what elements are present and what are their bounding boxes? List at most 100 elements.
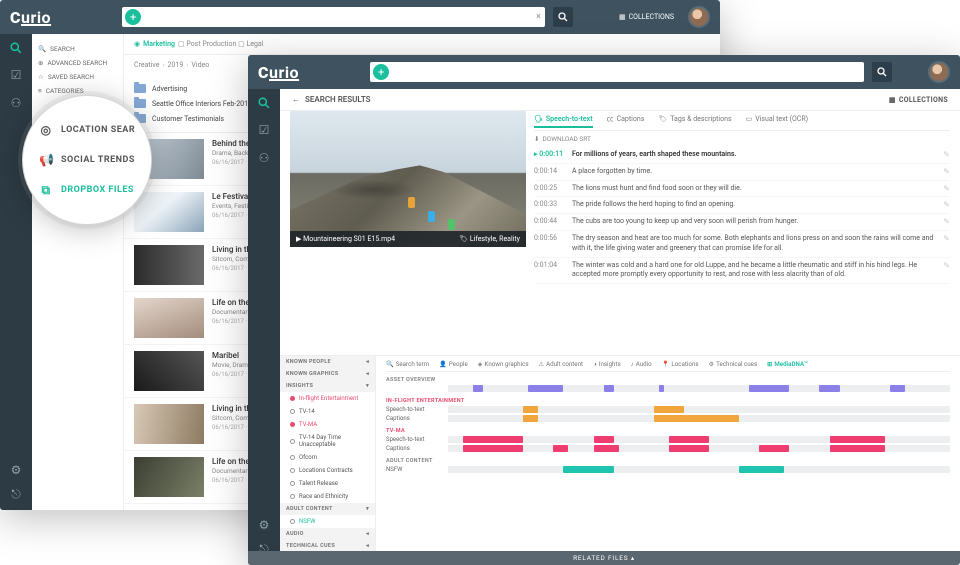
filter-tab[interactable]: ⚠Adult content [539,360,584,368]
transcript-row[interactable]: 0:01:04The winter was cold and a hard on… [534,258,950,285]
filter-tab[interactable]: 👤People [439,360,468,368]
edit-icon[interactable]: ✎ [943,150,950,159]
filter-tab[interactable]: 🔍Search term [386,360,429,368]
people-icon[interactable]: ⚇ [259,151,270,165]
timeline-segment[interactable] [830,445,885,452]
timeline-bar[interactable] [448,385,950,392]
transcript-row[interactable]: 0:00:44The cubs are too young to keep up… [534,214,950,231]
transcript-tab[interactable]: ㏄Captions [607,114,645,127]
timeline-segment[interactable] [654,415,739,422]
people-icon[interactable]: ⚇ [11,96,22,110]
timeline-segment[interactable] [830,436,885,443]
related-files-bar[interactable]: RELATED FILES ▴ [280,551,960,565]
timeline-segment[interactable] [463,445,523,452]
edit-icon[interactable]: ✎ [943,200,950,209]
timeline-segment[interactable] [463,436,523,443]
timeline-segment[interactable] [659,385,664,392]
add-icon[interactable]: + [373,64,389,80]
check-icon[interactable]: ☑ [259,123,270,137]
filter-tab[interactable]: 📍Locations [662,360,699,368]
collections-button[interactable]: ▦ COLLECTIONS [889,96,948,104]
filter-item[interactable]: Ofcom [280,451,375,464]
filter-item[interactable]: NSFW [280,515,375,528]
collections-link[interactable]: ▦ COLLECTIONS [619,13,674,21]
timeline-segment[interactable] [594,445,619,452]
edit-icon[interactable]: ✎ [943,217,950,226]
download-srt[interactable]: ⬇ DOWNLOAD SRT [534,131,950,147]
search-button[interactable] [553,7,573,27]
timeline-bar[interactable] [448,406,950,413]
transcript-tab[interactable]: 🗣Speech-to-text [534,114,593,128]
transcript-tab[interactable]: ▭Visual text (OCR) [746,114,809,127]
edit-icon[interactable]: ✎ [943,167,950,176]
timeline-bar[interactable] [448,445,950,452]
timeline-segment[interactable] [749,385,789,392]
transcript-row[interactable]: 0:00:14A place forgotten by time.✎ [534,164,950,181]
filter-item[interactable]: TV-MA [280,418,375,431]
timeline-segment[interactable] [669,445,709,452]
timeline-segment[interactable] [669,436,709,443]
filter-group-header[interactable]: AUDIO◂ [280,528,375,540]
video-thumbnail[interactable]: ▶ Mountaineering S01 E15.mp4 🏷 Lifestyle… [290,111,526,247]
filter-item[interactable]: Locations Contracts [280,464,375,477]
crumb-link[interactable]: 2019 [168,61,184,69]
left-menu-item[interactable]: ⊕ADVANCED SEARCH [38,56,117,70]
filter-tab[interactable]: ⊞MediaDNA™ [767,360,808,368]
left-menu-item[interactable]: ☆SAVED SEARCH [38,70,117,84]
filter-group-header[interactable]: INSIGHTS▾ [280,380,375,392]
edit-icon[interactable]: ✎ [943,184,950,193]
lens-item[interactable]: ◎LOCATION SEAR [39,115,151,145]
search-icon[interactable] [258,97,270,109]
timeline-segment[interactable] [890,385,905,392]
crumb-tag[interactable]: Marketing [143,40,175,48]
gear-icon[interactable]: ⚙ [11,463,22,477]
timeline-bar[interactable] [448,415,950,422]
search-icon[interactable] [10,42,22,54]
transcript-row[interactable]: 0:00:33The pride follows the herd hoping… [534,197,950,214]
transcript-row[interactable]: 0:00:25The lions must hunt and find food… [534,181,950,198]
filter-item[interactable]: In-flight Entertainment [280,392,375,405]
timeline-segment[interactable] [819,385,839,392]
timeline-bar[interactable] [448,466,950,473]
search-button[interactable] [872,62,892,82]
transcript-row[interactable]: 0:00:56The dry season and heat are too m… [534,231,950,258]
filter-group-header[interactable]: ADULT CONTENT▾ [280,503,375,515]
logout-icon[interactable]: ⎋ [11,487,21,502]
avatar[interactable] [928,61,950,83]
edit-icon[interactable]: ✎ [943,234,950,243]
transcript-row[interactable]: ▸ 0:00:11For millions of years, earth sh… [534,147,950,164]
back-button[interactable]: ← SEARCH RESULTS [292,95,371,104]
search-input[interactable]: + × [122,7,545,27]
filter-tab[interactable]: ⚙Technical cues [709,360,758,368]
timeline-segment[interactable] [594,436,614,443]
filter-group-header[interactable]: KNOWN PEOPLE◂ [280,356,375,368]
filter-tab[interactable]: ♪Audio [631,360,652,368]
filter-group-header[interactable]: KNOWN GRAPHICS◂ [280,368,375,380]
check-icon[interactable]: ☑ [11,68,22,82]
lens-item[interactable]: 📢SOCIAL TRENDS [39,145,151,175]
filter-tab[interactable]: ◑Insights [593,360,621,368]
timeline-segment[interactable] [563,466,613,473]
gear-icon[interactable]: ⚙ [259,518,270,532]
add-icon[interactable]: + [125,9,141,25]
timeline-segment[interactable] [528,385,563,392]
transcript-tab[interactable]: 🏷Tags & descriptions [658,114,731,127]
timeline-segment[interactable] [654,406,684,413]
filter-item[interactable]: Talent Release [280,477,375,490]
timeline-segment[interactable] [759,445,789,452]
search-input[interactable]: + [370,62,864,82]
filter-item[interactable]: TV-14 [280,405,375,418]
crumb-link[interactable]: Video [191,61,209,69]
timeline-segment[interactable] [523,415,538,422]
crumb-link[interactable]: Creative [134,61,159,69]
timeline-segment[interactable] [473,385,483,392]
timeline-segment[interactable] [604,385,614,392]
edit-icon[interactable]: ✎ [943,261,950,270]
lens-item[interactable]: ⧉DROPBOX FILES [39,175,151,206]
timeline-segment[interactable] [553,445,568,452]
avatar[interactable] [688,6,710,28]
left-menu-item[interactable]: 🔍SEARCH [38,42,117,56]
filter-tab[interactable]: ◈Known graphics [478,360,529,368]
filter-item[interactable]: TV-14 Day Time Unacceptable [280,431,375,451]
timeline-segment[interactable] [739,466,784,473]
